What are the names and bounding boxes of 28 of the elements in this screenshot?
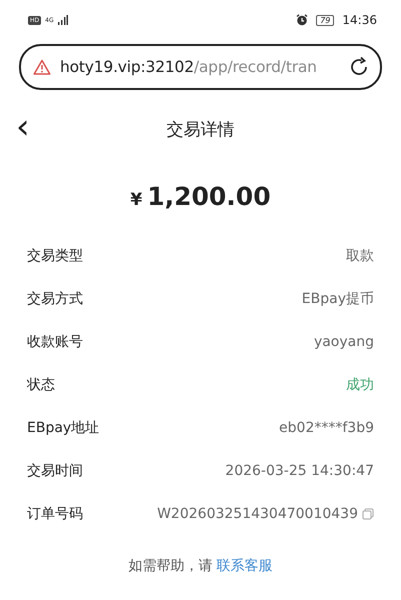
- detail-label: 交易类型: [27, 246, 84, 264]
- contact-support-link[interactable]: 联系客服: [216, 557, 272, 575]
- alarm-icon: [296, 14, 308, 26]
- url-text: hoty19.vip:32102/app/record/tran: [60, 58, 318, 76]
- detail-value: 成功: [346, 376, 374, 394]
- signal-icon: [58, 15, 68, 25]
- page-title: 交易详情: [166, 118, 234, 140]
- detail-label: 订单号码: [27, 504, 84, 522]
- detail-value: 2026-03-25 14:30:47: [225, 462, 374, 478]
- detail-value: W202603251430470010439: [157, 506, 358, 522]
- detail-value: eb02****f3b9: [279, 420, 374, 436]
- battery-icon: 79: [316, 14, 334, 26]
- warning-icon: [33, 59, 51, 75]
- detail-value: EBpay提币: [302, 290, 374, 308]
- amount-value: 1,200.00: [147, 182, 271, 211]
- detail-value: 取款: [346, 246, 374, 264]
- help-text: 如需帮助，请: [128, 557, 212, 575]
- detail-label: 交易时间: [27, 462, 84, 480]
- detail-label: EBpay地址: [27, 418, 100, 436]
- back-button[interactable]: ‹: [10, 110, 36, 144]
- currency-symbol: ¥: [130, 190, 142, 210]
- reload-icon[interactable]: [348, 56, 370, 78]
- clock-time: 14:36: [342, 13, 377, 27]
- detail-label: 收款账号: [27, 332, 84, 350]
- detail-value: yaoyang: [314, 334, 374, 350]
- detail-label: 交易方式: [27, 290, 84, 308]
- detail-label: 状态: [27, 376, 56, 394]
- address-bar[interactable]: hoty19.vip:32102/app/record/tran: [19, 44, 382, 90]
